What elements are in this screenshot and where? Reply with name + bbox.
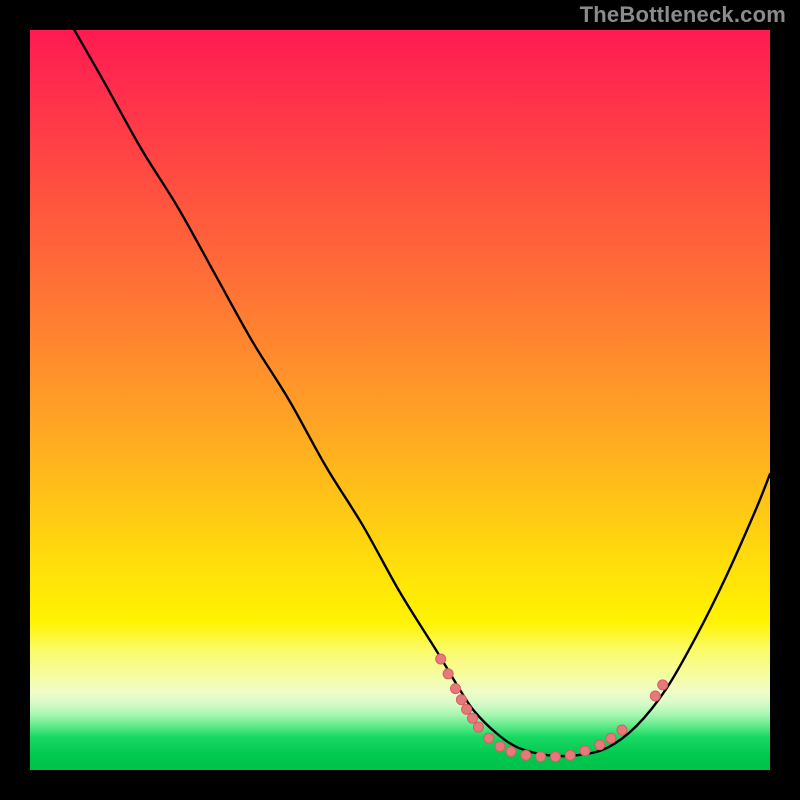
chart-stage: TheBottleneck.com [0,0,800,800]
gradient-plot-area [30,30,770,770]
watermark-text: TheBottleneck.com [580,2,786,28]
